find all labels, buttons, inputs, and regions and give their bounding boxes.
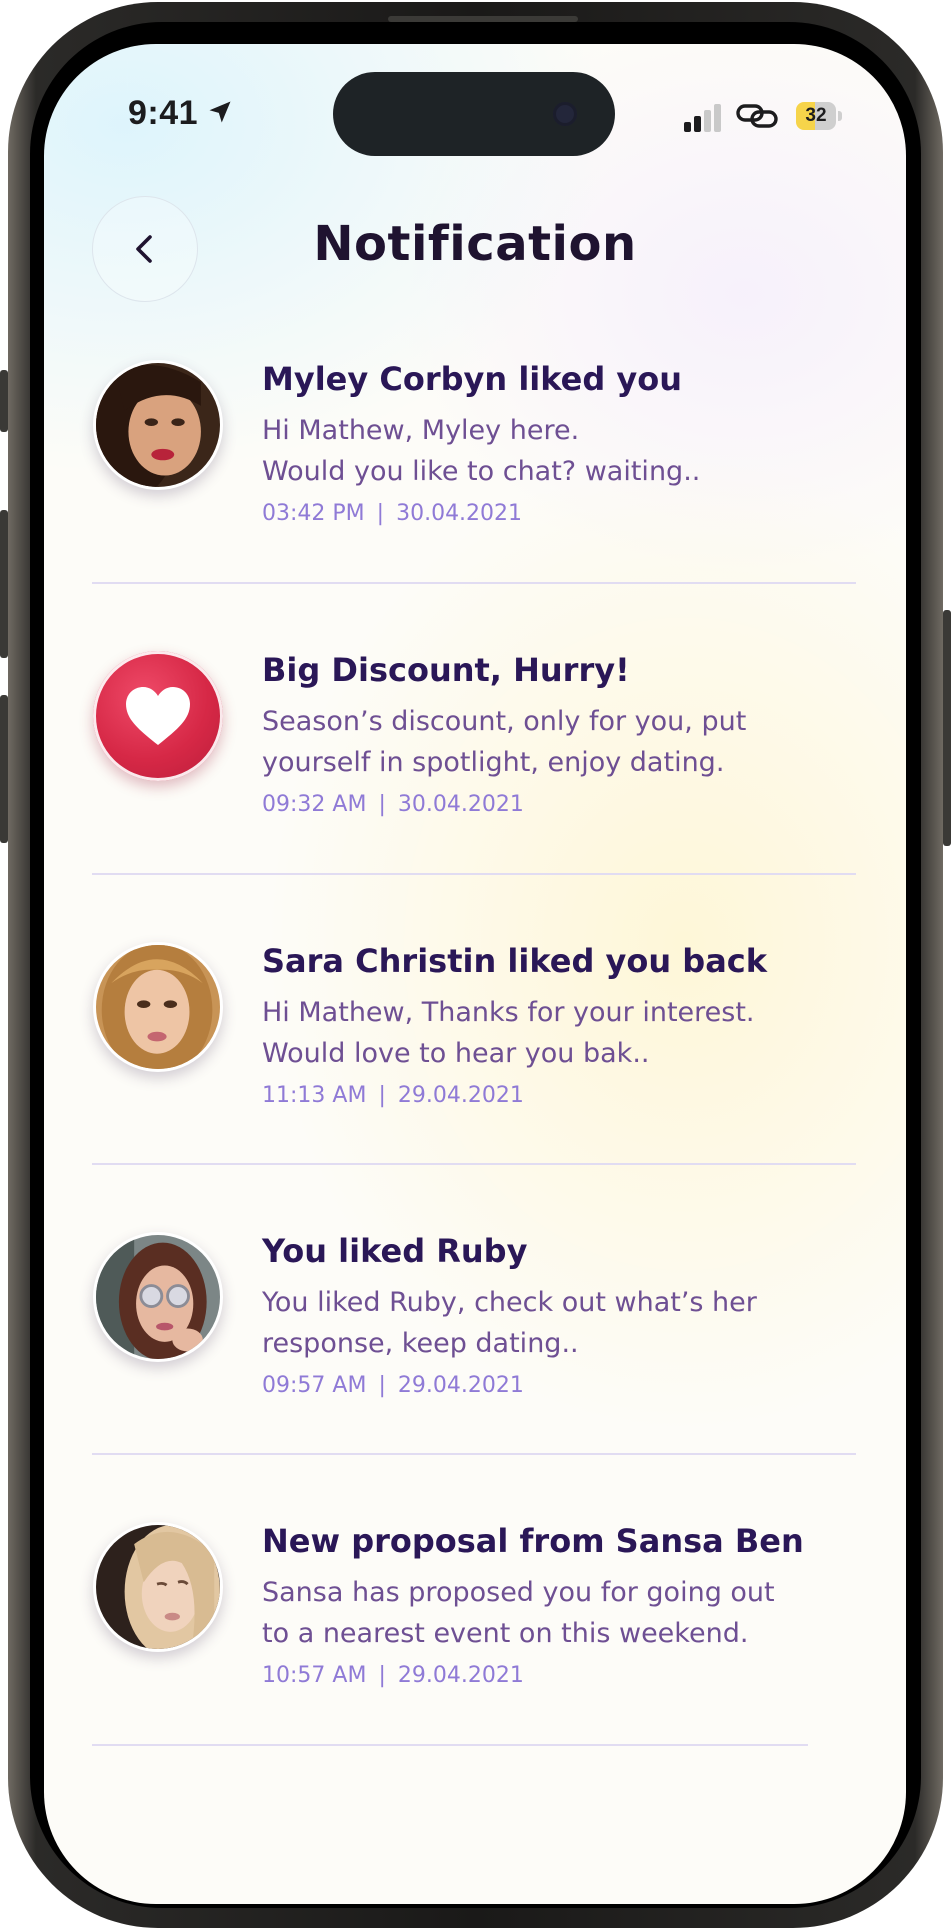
notification-date: 29.04.2021 [397,1083,524,1108]
notification-item[interactable]: You liked Ruby You liked Ruby, check out… [44,1232,906,1522]
notification-body: Season’s discount, only for you, put you… [262,701,822,783]
divider [92,582,856,584]
divider [92,1453,856,1455]
notification-body-line: to a nearest event on this weekend. [262,1618,749,1649]
notification-meta: 10:57 AM | 29.04.2021 [262,1663,524,1688]
notification-body: Hi Mathew, Myley here. Would you like to… [262,410,822,492]
notification-body: Hi Mathew, Thanks for your interest. Wou… [262,992,822,1074]
notification-time: 03:42 PM [262,501,365,526]
notification-meta: 03:42 PM | 30.04.2021 [262,501,523,526]
notification-body-line: Sansa has proposed you for going out [262,1577,775,1608]
notification-time: 11:13 AM [262,1083,367,1108]
volume-up-button [0,510,8,658]
notification-date: 30.04.2021 [396,501,523,526]
notification-title: You liked Ruby [262,1232,528,1270]
notification-body-line: Would you like to chat? waiting.. [262,456,701,487]
avatar[interactable] [93,360,223,490]
notification-body-line: Hi Mathew, Myley here. [262,415,580,446]
notification-time: 10:57 AM [262,1663,367,1688]
divider [92,873,856,875]
notification-item[interactable]: Myley Corbyn liked you Hi Mathew, Myley … [44,360,906,650]
notification-time: 09:32 AM [262,792,367,817]
notification-list: Myley Corbyn liked you Hi Mathew, Myley … [44,44,906,1904]
notification-title: New proposal from Sansa Ben [262,1522,804,1560]
notification-body-line: Would love to hear you bak.. [262,1038,650,1069]
notification-body-line: Season’s discount, only for you, put [262,706,747,737]
notification-title: Big Discount, Hurry! [262,651,630,689]
notification-body: You liked Ruby, check out what’s her res… [262,1282,822,1364]
notification-item[interactable]: Sara Christin liked you back Hi Mathew, … [44,942,906,1232]
notification-date: 30.04.2021 [397,792,524,817]
notification-time: 09:57 AM [262,1373,367,1398]
divider [92,1163,856,1165]
notification-meta: 09:57 AM | 29.04.2021 [262,1373,524,1398]
notification-item[interactable]: Big Discount, Hurry! Season’s discount, … [44,651,906,941]
notification-body-line: response, keep dating.. [262,1328,579,1359]
screen: 9:41 32 Notification Myley Corbyn liked … [44,44,906,1904]
notification-body: Sansa has proposed you for going out to … [262,1572,822,1654]
notification-body-line: Hi Mathew, Thanks for your interest. [262,997,755,1028]
notification-body-line: yourself in spotlight, enjoy dating. [262,747,725,778]
notification-body-line: You liked Ruby, check out what’s her [262,1287,757,1318]
power-button [943,610,951,846]
notification-item[interactable]: New proposal from Sansa Ben Sansa has pr… [44,1522,906,1812]
notification-meta: 09:32 AM | 30.04.2021 [262,792,524,817]
notification-date: 29.04.2021 [397,1373,524,1398]
avatar[interactable] [93,942,223,1072]
volume-down-button [0,695,8,843]
action-button [0,370,8,432]
notification-title: Myley Corbyn liked you [262,360,683,398]
avatar[interactable] [93,1232,223,1362]
avatar[interactable] [93,1522,223,1652]
notification-meta: 11:13 AM | 29.04.2021 [262,1083,524,1108]
notification-title: Sara Christin liked you back [262,942,768,980]
divider [92,1744,808,1746]
heart-icon[interactable] [93,651,223,781]
notification-date: 29.04.2021 [397,1663,524,1688]
